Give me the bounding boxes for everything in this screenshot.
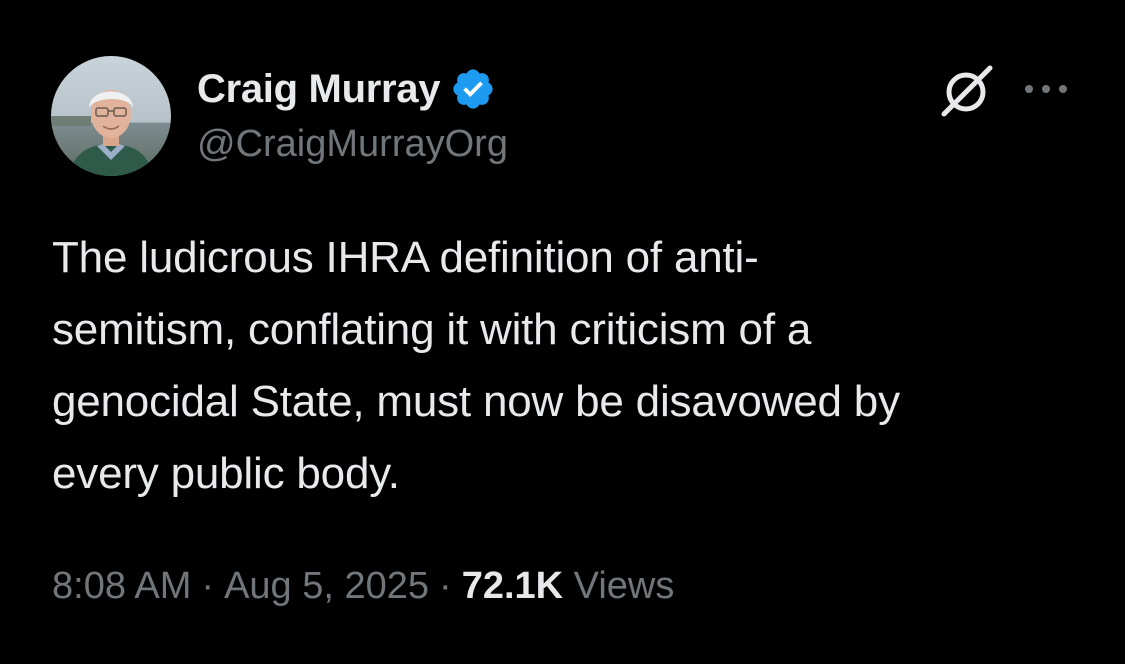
tweet-text: The ludicrous IHRA definition of anti- s… [52, 233, 900, 498]
meta-separator: · [439, 565, 452, 607]
views-count[interactable]: 72.1K [462, 565, 563, 607]
tweet: Craig Murray @CraigMurrayOrg The ludicro… [0, 0, 1125, 664]
verified-badge-icon[interactable] [450, 66, 496, 112]
tweet-time[interactable]: 8:08 AM [52, 565, 191, 607]
profile-photo-icon [51, 56, 171, 176]
tweet-date[interactable]: Aug 5, 2025 [224, 565, 429, 607]
meta-separator: · [201, 565, 215, 607]
grok-icon[interactable] [938, 62, 996, 120]
author-name-row: Craig Murray [197, 62, 496, 116]
more-options-icon[interactable] [1021, 72, 1071, 106]
avatar[interactable] [51, 56, 171, 176]
tweet-meta: 8:08 AM · Aug 5, 2025 · 72.1K Views [52, 558, 674, 614]
views-label: Views [573, 565, 675, 607]
author-handle[interactable]: @CraigMurrayOrg [197, 118, 508, 170]
display-name[interactable]: Craig Murray [197, 62, 440, 116]
